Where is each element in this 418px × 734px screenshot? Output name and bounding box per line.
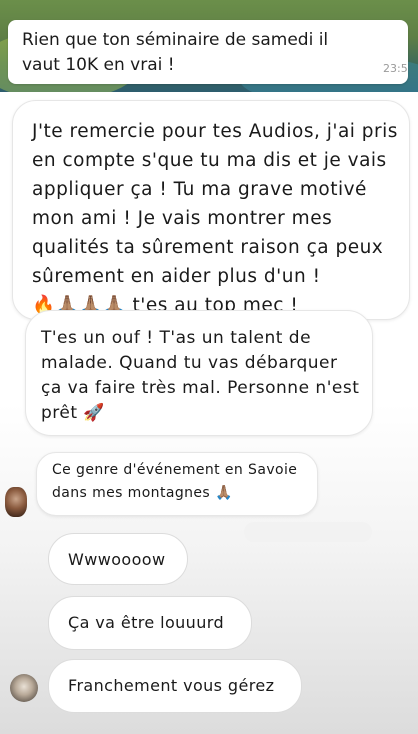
- reply-pill-1-text: Wwwoooow: [68, 550, 166, 569]
- hidden-reply-bubble: [244, 522, 372, 542]
- reply-pill-2-text: Ça va être louuurd: [68, 613, 225, 632]
- story-card-2-text: T'es un ouf ! T'as un talent de malade. …: [41, 328, 360, 423]
- reply-pill-1[interactable]: Wwwoooow: [48, 533, 188, 585]
- top-message-text: Rien que ton séminaire de samedi il vaut…: [22, 30, 329, 75]
- reply-pill-3-text: Franchement vous gérez: [68, 676, 275, 695]
- top-message-time: 23:5: [383, 62, 408, 75]
- reply-pill-2[interactable]: Ça va être louuurd: [48, 596, 252, 650]
- story-card-1-content: J'te remercie pour tes Audios, j'ai pris…: [32, 117, 402, 320]
- avatar-icon[interactable]: [5, 487, 27, 517]
- story-card-3-text: Ce genre d'événement en Savoie dans mes …: [52, 462, 298, 501]
- reply-pill-3[interactable]: Franchement vous gérez: [48, 659, 302, 713]
- avatar-icon[interactable]: [10, 674, 38, 702]
- story-card-1-text: J'te remercie pour tes Audios, j'ai pris…: [32, 121, 398, 287]
